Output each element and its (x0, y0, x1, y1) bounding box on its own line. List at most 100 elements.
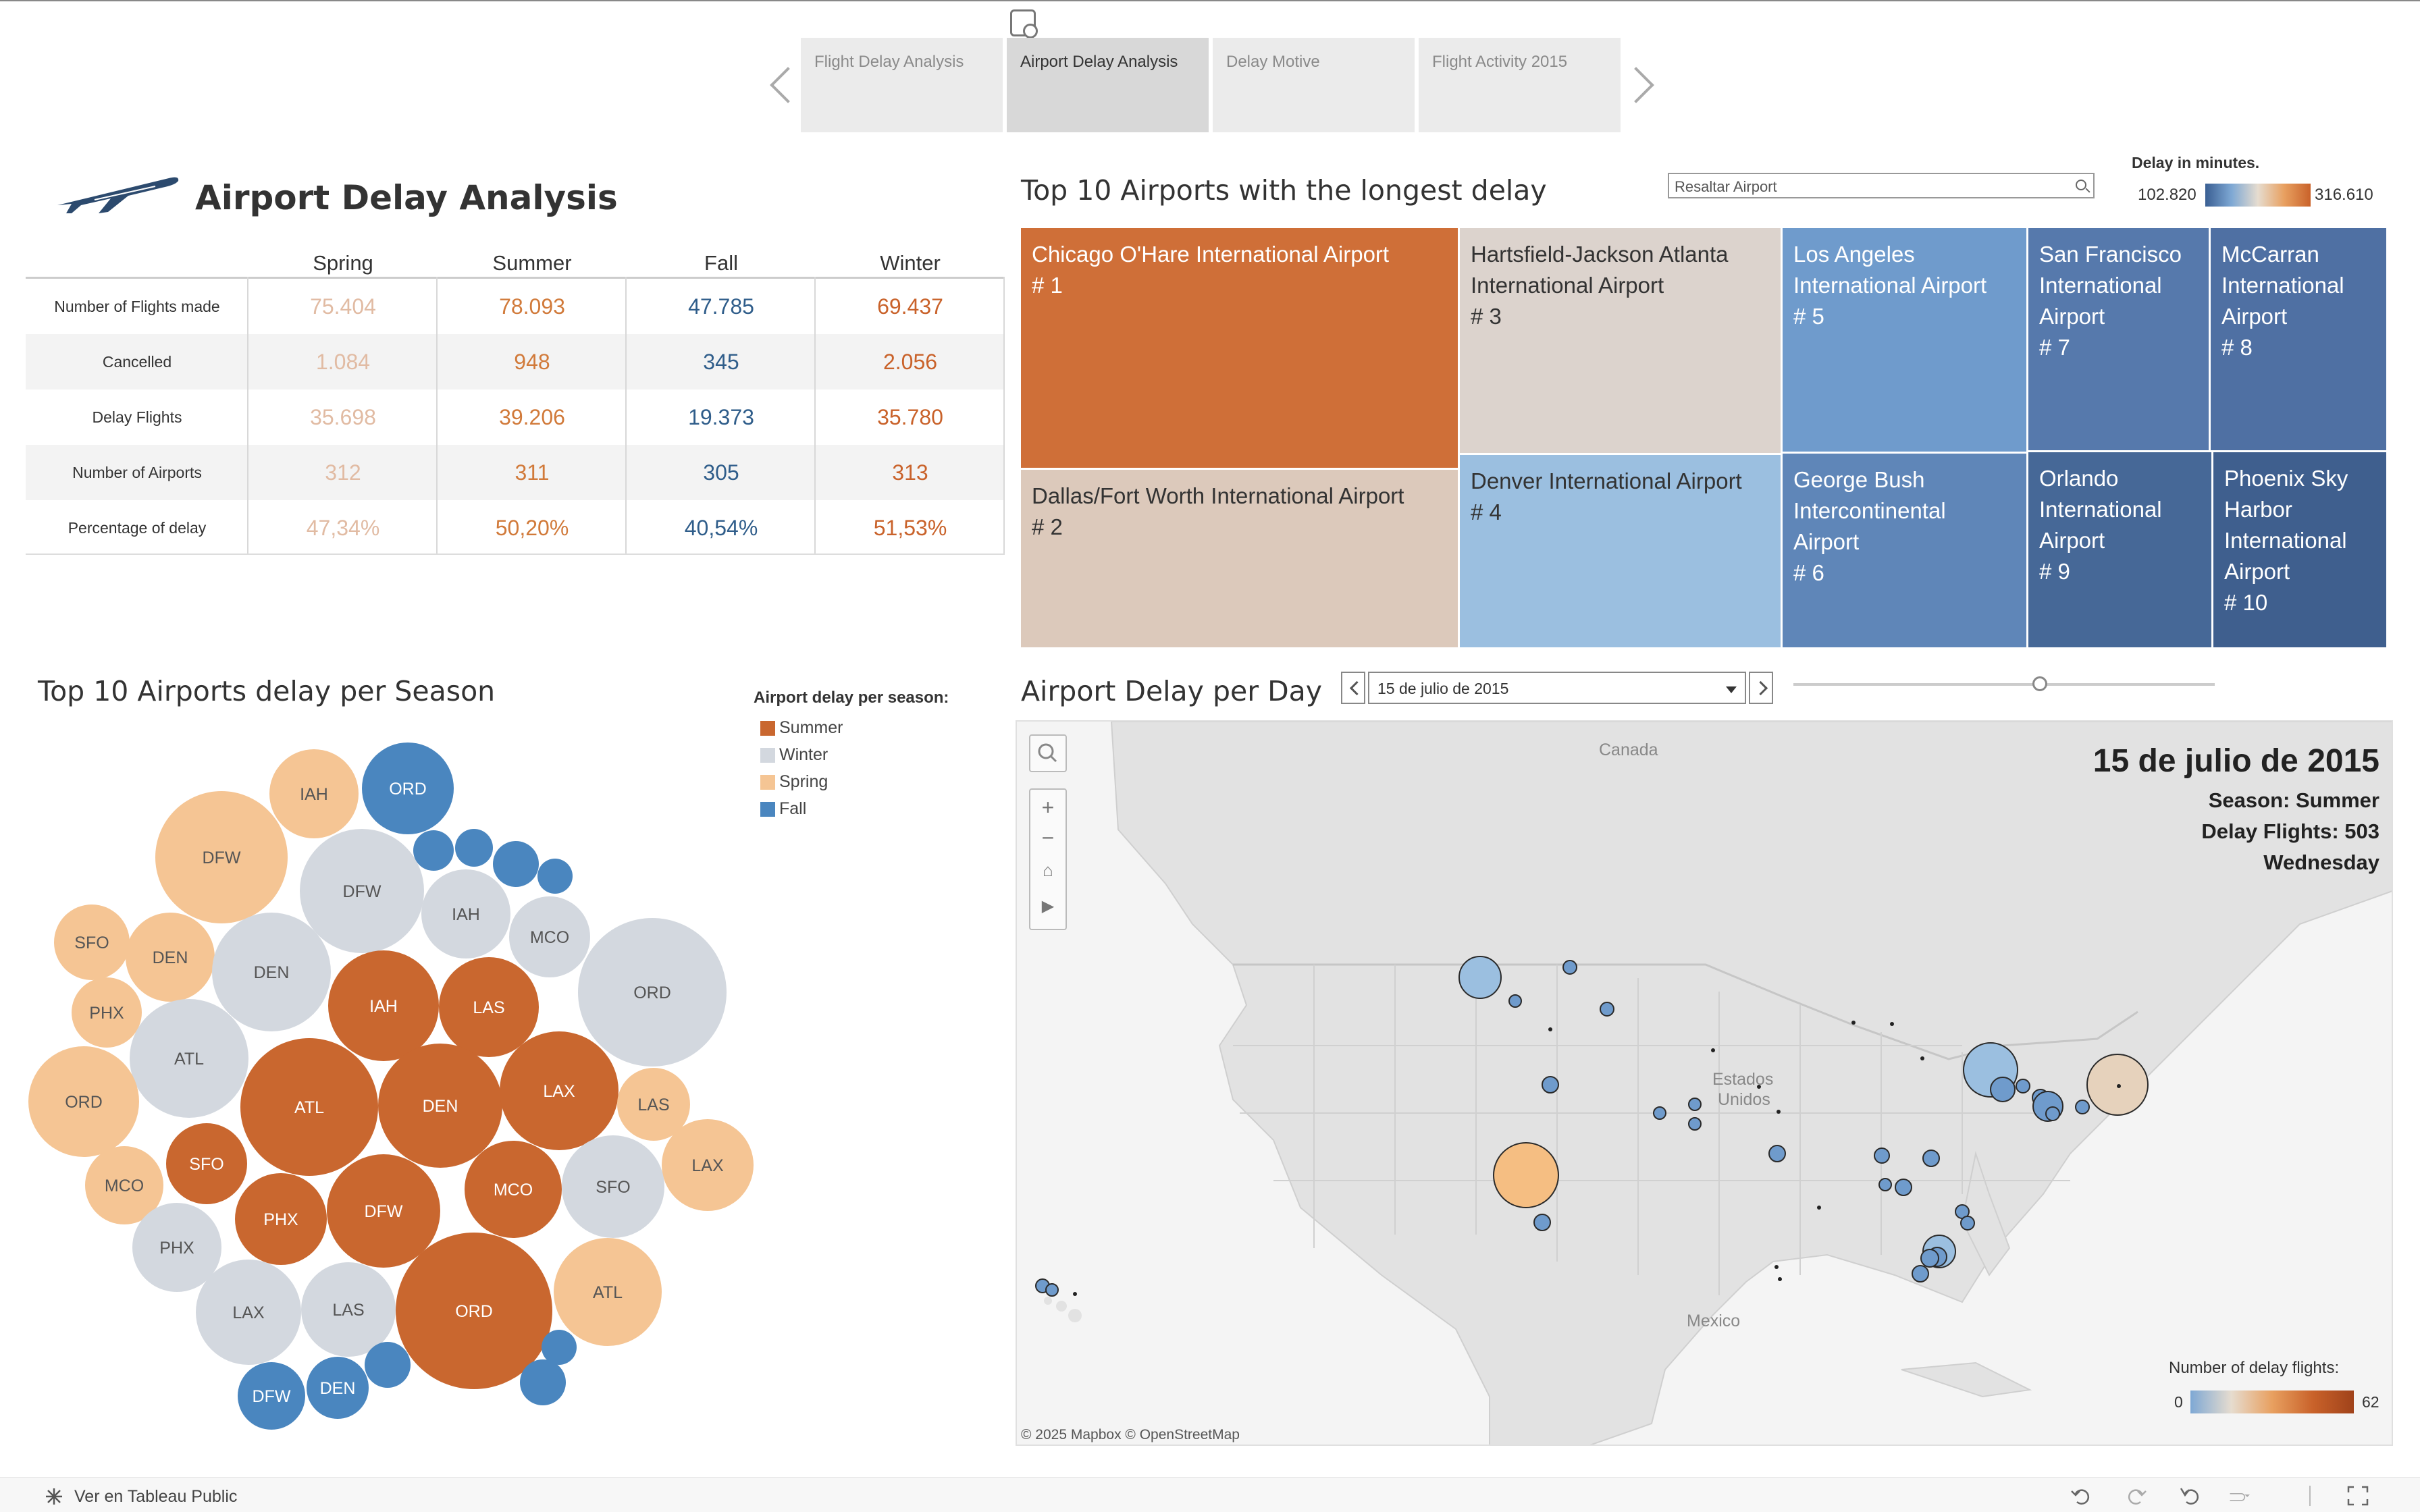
airport-marker[interactable] (2016, 1079, 2030, 1094)
treemap-cell[interactable]: George Bush Intercontinental Airport # 6 (1783, 454, 2028, 649)
airport-dot[interactable] (1817, 1206, 1821, 1210)
bubble[interactable] (520, 1359, 566, 1405)
airport-marker[interactable] (1542, 1076, 1559, 1094)
airport-dot[interactable] (1851, 1021, 1856, 1025)
treemap-cell[interactable]: Los Angeles International Airport # 5 (1783, 228, 2028, 454)
story-tab-delay-motive[interactable]: Delay Motive (1213, 38, 1415, 132)
pause-updates-icon[interactable] (2228, 1486, 2250, 1506)
treemap-cell[interactable]: Chicago O'Hare International Airport # 1 (1021, 228, 1460, 470)
airport-marker[interactable] (1562, 960, 1577, 975)
airport-marker[interactable] (1990, 1077, 2016, 1102)
treemap-cell[interactable]: San Francisco International Airport # 7 (2028, 228, 2211, 452)
redo-icon[interactable] (2126, 1486, 2147, 1506)
table-cell[interactable]: 50,20% (438, 500, 627, 556)
airport-marker[interactable] (1922, 1150, 1940, 1167)
bubble-label: IAH (300, 785, 328, 804)
home-icon[interactable]: ⌂ (1030, 855, 1066, 886)
airport-marker[interactable] (1895, 1179, 1912, 1196)
story-tab-flight-activity-2015[interactable]: Flight Activity 2015 (1419, 38, 1621, 132)
airport-marker[interactable] (1045, 1283, 1059, 1297)
airport-dot[interactable] (1778, 1277, 1782, 1281)
table-cell[interactable]: 47,34% (248, 500, 438, 556)
story-next-arrow-icon[interactable] (1633, 64, 1653, 105)
table-cell[interactable]: 51,53% (816, 500, 1005, 556)
table-cell[interactable]: 311 (438, 445, 627, 500)
bubble[interactable] (365, 1342, 411, 1388)
treemap-cell[interactable]: Hartsfield-Jackson Atlanta International… (1460, 228, 1783, 455)
date-dropdown[interactable]: 15 de julio de 2015 (1368, 672, 1746, 704)
play-icon[interactable]: ▶ (1030, 891, 1066, 921)
table-cell[interactable]: 40,54% (627, 500, 816, 556)
table-cell[interactable]: 78.093 (438, 279, 627, 334)
bubble[interactable] (413, 830, 454, 871)
bubble[interactable] (493, 841, 539, 887)
airport-marker[interactable] (1688, 1117, 1702, 1131)
map-attribution[interactable]: © 2025 Mapbox © OpenStreetMap (1021, 1427, 1240, 1443)
view-on-tableau-public-link[interactable]: Ver en Tableau Public (74, 1487, 237, 1507)
search-icon[interactable] (2076, 180, 2086, 190)
treemap-cell[interactable]: McCarran International Airport # 8 (2211, 228, 2388, 452)
treemap-cell[interactable]: Phoenix Sky Harbor International Airport… (2213, 452, 2388, 649)
fullscreen-icon[interactable] (2347, 1486, 2369, 1506)
airport-dot[interactable] (1711, 1048, 1715, 1052)
table-cell[interactable]: 35.698 (248, 389, 438, 445)
airport-marker[interactable] (1920, 1249, 1939, 1268)
treemap-cell[interactable]: Denver International Airport # 4 (1460, 455, 1783, 649)
airport-marker[interactable] (2045, 1106, 2060, 1121)
date-slider-track[interactable] (1793, 683, 2215, 686)
airport-marker[interactable] (1960, 1216, 1975, 1231)
bubble[interactable] (542, 1330, 577, 1365)
table-cell[interactable]: 47.785 (627, 279, 816, 334)
airport-marker[interactable] (1912, 1265, 1929, 1282)
zoom-in-icon[interactable]: + (1030, 792, 1066, 823)
airport-dot[interactable] (1073, 1292, 1077, 1296)
airport-dot[interactable] (1548, 1027, 1552, 1031)
story-refresh-icon[interactable] (1010, 9, 1038, 38)
airport-marker[interactable] (1688, 1098, 1702, 1111)
undo-icon[interactable] (2070, 1486, 2092, 1506)
airport-marker[interactable] (1878, 1178, 1892, 1191)
airport-marker[interactable] (1508, 994, 1522, 1008)
treemap-cell[interactable]: Dallas/Fort Worth International Airport #… (1021, 470, 1460, 649)
table-cell[interactable]: 39.206 (438, 389, 627, 445)
zoom-out-icon[interactable]: − (1030, 823, 1066, 853)
table-cell[interactable]: 35.780 (816, 389, 1005, 445)
table-cell[interactable]: 69.437 (816, 279, 1005, 334)
bubble[interactable] (455, 829, 493, 867)
treemap-cell[interactable]: Orlando International Airport # 9 (2028, 452, 2213, 649)
delay-map[interactable]: Canada Estados Unidos Mexico (1016, 720, 2393, 1446)
map-search-button[interactable] (1029, 734, 1067, 772)
highlight-airport-search-input[interactable]: Resaltar Airport (1668, 173, 2095, 198)
airport-marker[interactable] (1493, 1142, 1559, 1208)
airport-marker[interactable] (1768, 1145, 1786, 1162)
table-cell[interactable]: 345 (627, 334, 816, 389)
date-next-button[interactable] (1749, 672, 1773, 704)
table-cell[interactable]: 305 (627, 445, 816, 500)
bubble[interactable] (537, 859, 573, 894)
airport-marker[interactable] (1600, 1002, 1614, 1017)
airport-dot[interactable] (1774, 1265, 1779, 1269)
story-prev-arrow-icon[interactable] (768, 64, 789, 105)
story-tab-flight-delay-analysis[interactable]: Flight Delay Analysis (801, 38, 1003, 132)
table-cell[interactable]: 948 (438, 334, 627, 389)
airport-dot[interactable] (1920, 1056, 1924, 1060)
revert-icon[interactable] (2180, 1486, 2201, 1506)
table-cell[interactable]: 312 (248, 445, 438, 500)
date-prev-button[interactable] (1341, 672, 1365, 704)
table-cell[interactable]: 313 (816, 445, 1005, 500)
airport-marker[interactable] (1653, 1106, 1666, 1120)
airport-marker[interactable] (1874, 1148, 1890, 1164)
airport-dot[interactable] (1777, 1110, 1781, 1114)
airport-marker[interactable] (2075, 1100, 2090, 1114)
table-cell[interactable]: 1.084 (248, 334, 438, 389)
story-tab-airport-delay-analysis[interactable]: Airport Delay Analysis (1007, 38, 1209, 132)
table-cell[interactable]: 2.056 (816, 334, 1005, 389)
airport-marker[interactable] (1533, 1214, 1551, 1231)
table-cell[interactable]: 75.404 (248, 279, 438, 334)
row-label: Number of Flights made (54, 298, 220, 315)
date-slider-thumb[interactable] (2032, 676, 2047, 691)
airport-dot[interactable] (2117, 1084, 2121, 1088)
airport-dot[interactable] (1890, 1022, 1894, 1026)
table-cell[interactable]: 19.373 (627, 389, 816, 445)
airport-marker[interactable] (1458, 956, 1502, 999)
